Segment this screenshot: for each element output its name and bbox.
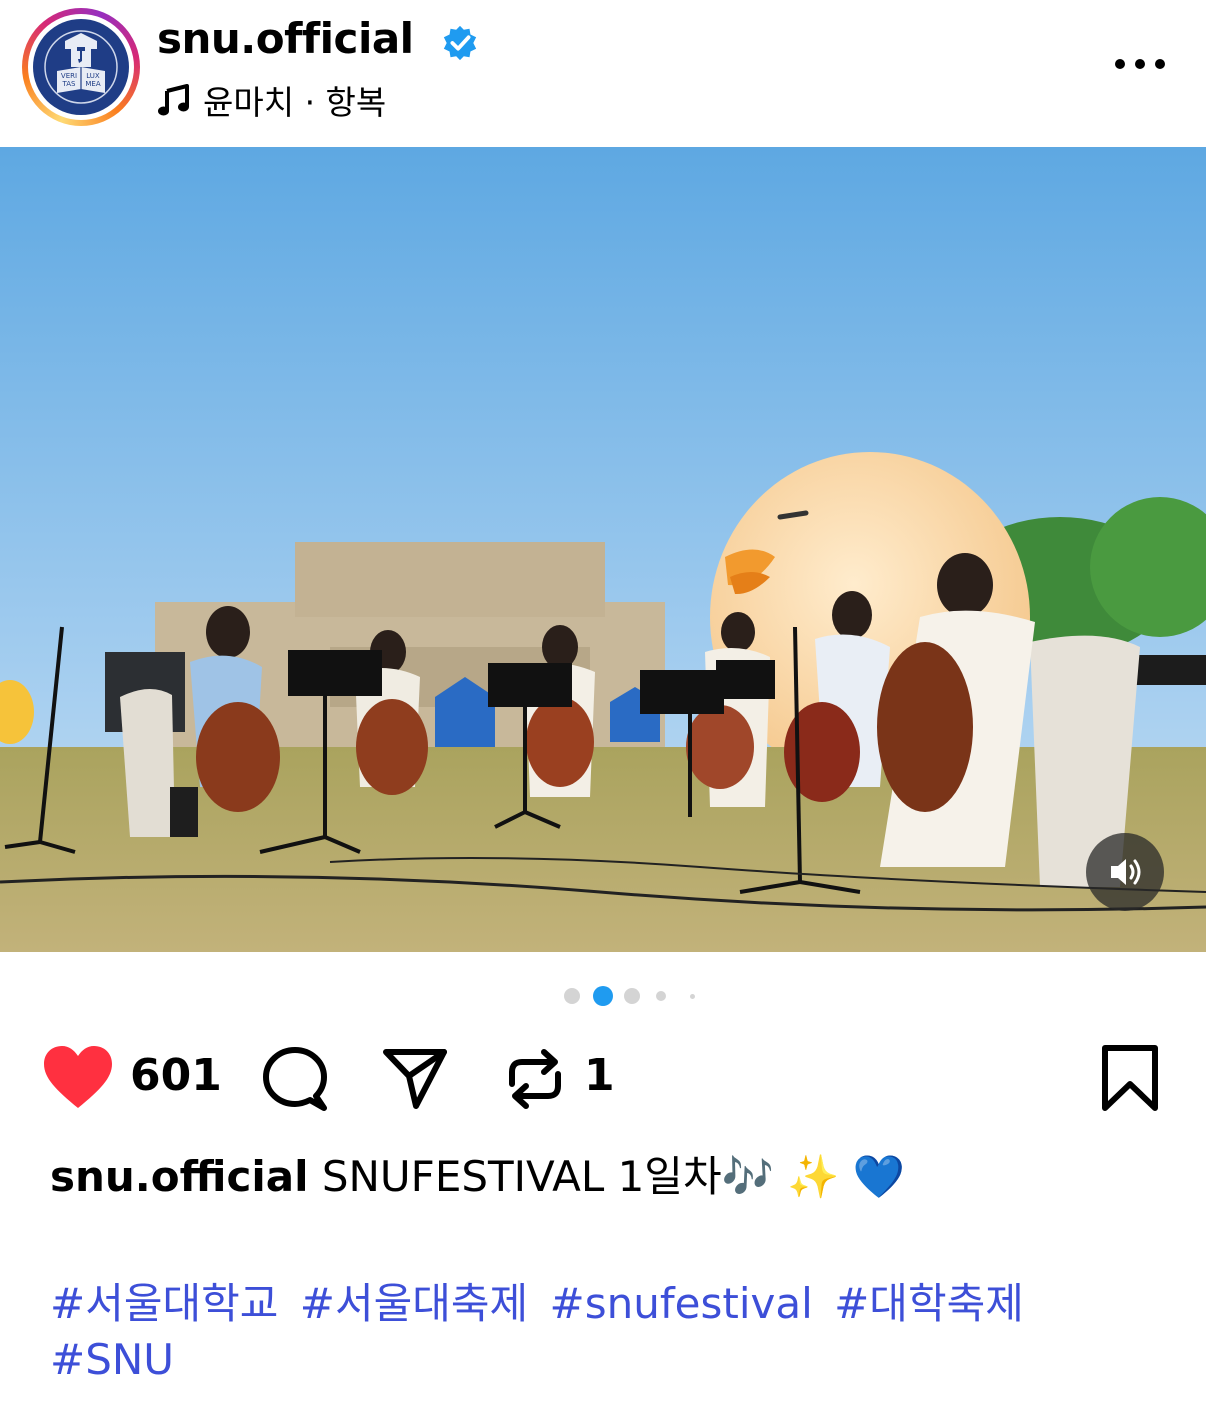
caption-text: SNUFESTIVAL 1일차🎶 ✨ 💙 [321, 1152, 906, 1201]
post-media[interactable] [0, 147, 1206, 952]
music-note-icon [158, 84, 189, 116]
repost-icon[interactable] [504, 1044, 566, 1114]
carousel-dot [564, 988, 580, 1004]
share-send-icon[interactable] [382, 1046, 448, 1112]
hashtag-link[interactable]: #서울대학교 [50, 1279, 278, 1328]
caption-username[interactable]: snu.official [50, 1152, 308, 1201]
more-options-icon[interactable] [1112, 46, 1168, 82]
hashtag-list: #서울대학교 #서울대축제 #snufestival #대학축제 #SNU [50, 1276, 1170, 1388]
like-count[interactable]: 601 [130, 1050, 222, 1101]
seal-motto-4: MEA [85, 80, 100, 88]
seal-motto-3: TAS [62, 80, 77, 88]
bookmark-icon[interactable] [1100, 1044, 1160, 1112]
concert-photo [0, 147, 1206, 952]
verified-badge-icon [443, 25, 477, 61]
volume-button[interactable] [1086, 833, 1164, 911]
avatar[interactable]: VERI LUX TAS MEA [33, 19, 129, 115]
carousel-dot [656, 991, 666, 1001]
carousel-dot [624, 988, 640, 1004]
post-username[interactable]: snu.official [157, 14, 414, 63]
comment-icon[interactable] [262, 1046, 328, 1112]
music-title: 윤마치 · 항복 [203, 83, 387, 122]
university-seal-icon: VERI LUX TAS MEA [36, 22, 126, 112]
post-header: VERI LUX TAS MEA snu.official 윤마치 · 항복 [0, 0, 1206, 140]
hashtag-link[interactable]: #SNU [50, 1335, 174, 1384]
hashtag-link[interactable]: #서울대축제 [300, 1279, 528, 1328]
speaker-on-icon [1111, 859, 1141, 885]
story-ring[interactable]: VERI LUX TAS MEA [22, 8, 140, 126]
seal-motto-2: LUX [86, 72, 100, 80]
hashtag-link[interactable]: #snufestival [550, 1279, 813, 1328]
carousel-indicator [560, 986, 700, 1006]
seal-motto-1: VERI [61, 72, 77, 80]
action-bar: 601 1 [0, 1036, 1206, 1120]
like-heart-icon[interactable] [42, 1044, 114, 1110]
carousel-dot [690, 994, 695, 999]
post-caption: snu.official SNUFESTIVAL 1일차🎶 ✨ 💙 [50, 1150, 1170, 1204]
music-info[interactable]: 윤마치 · 항복 [157, 76, 386, 124]
hashtag-link[interactable]: #대학축제 [834, 1279, 1024, 1328]
repost-count[interactable]: 1 [584, 1050, 615, 1101]
carousel-dot-active [593, 986, 613, 1006]
